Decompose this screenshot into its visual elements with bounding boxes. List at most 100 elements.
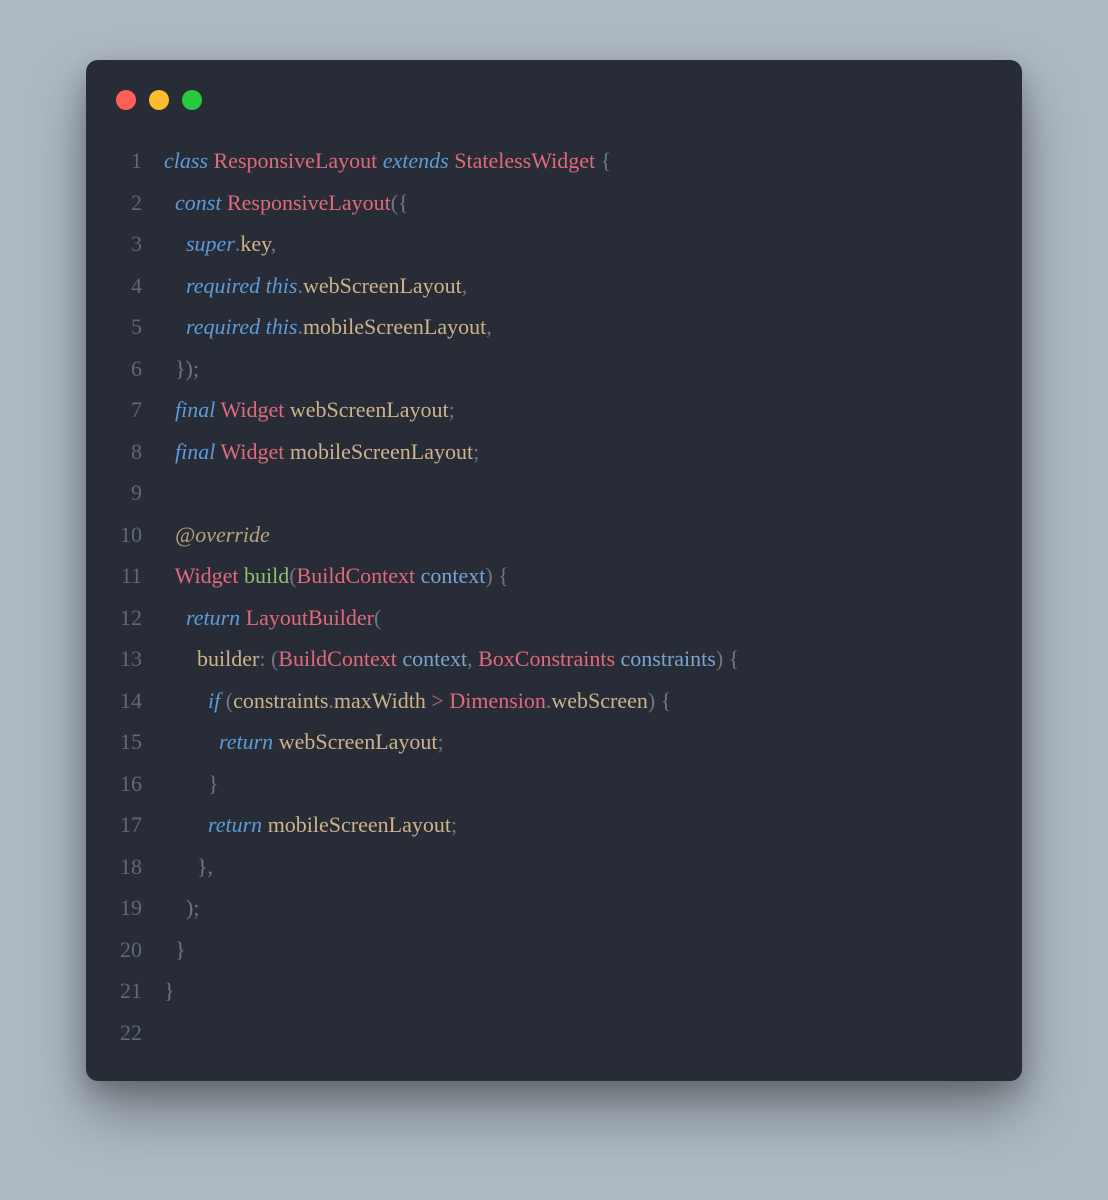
code-content[interactable]: return mobileScreenLayout; [164,804,994,846]
code-content[interactable]: builder: (BuildContext context, BoxConst… [164,638,994,680]
code-line[interactable]: 17 return mobileScreenLayout; [114,804,994,846]
line-number: 10 [114,514,164,556]
token: ( [374,605,381,630]
code-content[interactable]: final Widget mobileScreenLayout; [164,431,994,473]
token: constraints [233,688,328,713]
code-content[interactable]: required this.webScreenLayout, [164,265,994,307]
line-number: 14 [114,680,164,722]
code-content[interactable]: } [164,929,994,971]
titlebar [114,90,994,110]
token: this [266,314,298,339]
token: required [186,273,260,298]
token: ( [289,563,296,588]
code-content[interactable]: } [164,970,994,1012]
line-number: 11 [114,555,164,597]
code-line[interactable]: 13 builder: (BuildContext context, BoxCo… [114,638,994,680]
token: return [219,729,273,754]
token: > [431,688,443,713]
code-content[interactable]: @override [164,514,994,556]
code-content[interactable] [164,472,994,514]
token: Widget [220,397,284,422]
line-number: 1 [114,140,164,182]
token: { [601,148,612,173]
code-line[interactable]: 20 } [114,929,994,971]
code-line[interactable]: 18 }, [114,846,994,888]
code-line[interactable]: 12 return LayoutBuilder( [114,597,994,639]
line-number: 19 [114,887,164,929]
token: class [164,148,208,173]
token: return [186,605,240,630]
code-content[interactable]: Widget build(BuildContext context) { [164,555,994,597]
token: , [271,231,277,256]
code-line[interactable]: 6 }); [114,348,994,390]
line-number: 16 [114,763,164,805]
code-content[interactable]: ); [164,887,994,929]
code-content[interactable]: class ResponsiveLayout extends Stateless… [164,140,994,182]
token: mobileScreenLayout [268,812,451,837]
code-content[interactable]: return LayoutBuilder( [164,597,994,639]
token: maxWidth [334,688,426,713]
line-number: 4 [114,265,164,307]
line-number: 20 [114,929,164,971]
code-editor[interactable]: 1class ResponsiveLayout extends Stateles… [114,140,994,1053]
code-line[interactable]: 3 super.key, [114,223,994,265]
line-number: 21 [114,970,164,1012]
line-number: 8 [114,431,164,473]
code-line[interactable]: 14 if (constraints.maxWidth > Dimension.… [114,680,994,722]
token: extends [383,148,449,173]
code-line[interactable]: 2 const ResponsiveLayout({ [114,182,994,224]
code-line[interactable]: 10 @override [114,514,994,556]
code-line[interactable]: 4 required this.webScreenLayout, [114,265,994,307]
code-content[interactable]: } [164,763,994,805]
token: } [208,771,219,796]
token: final [175,439,215,464]
token: , [462,273,468,298]
code-content[interactable]: return webScreenLayout; [164,721,994,763]
token: const [175,190,221,215]
code-line[interactable]: 11 Widget build(BuildContext context) { [114,555,994,597]
code-line[interactable]: 21} [114,970,994,1012]
code-content[interactable]: if (constraints.maxWidth > Dimension.web… [164,680,994,722]
token: ({ [391,190,409,215]
token: ; [451,812,457,837]
minimize-icon[interactable] [149,90,169,110]
code-content[interactable]: const ResponsiveLayout({ [164,182,994,224]
code-window: 1class ResponsiveLayout extends Stateles… [86,60,1022,1081]
token: ; [473,439,479,464]
token: } [175,937,186,962]
code-line[interactable]: 5 required this.mobileScreenLayout, [114,306,994,348]
code-line[interactable]: 1class ResponsiveLayout extends Stateles… [114,140,994,182]
code-line[interactable]: 16 } [114,763,994,805]
token: Widget [220,439,284,464]
code-content[interactable] [164,1012,994,1054]
token: required [186,314,260,339]
code-line[interactable]: 22 [114,1012,994,1054]
line-number: 12 [114,597,164,639]
code-content[interactable]: }); [164,348,994,390]
code-line[interactable]: 19 ); [114,887,994,929]
line-number: 9 [114,472,164,514]
code-content[interactable]: }, [164,846,994,888]
close-icon[interactable] [116,90,136,110]
code-line[interactable]: 9 [114,472,994,514]
maximize-icon[interactable] [182,90,202,110]
token: if [208,688,220,713]
code-content[interactable]: required this.mobileScreenLayout, [164,306,994,348]
code-line[interactable]: 8 final Widget mobileScreenLayout; [114,431,994,473]
token: @override [175,522,270,547]
line-number: 18 [114,846,164,888]
token: Dimension [449,688,546,713]
token: ) [485,563,492,588]
token: webScreenLayout [303,273,462,298]
token: BuildContext [278,646,397,671]
token: webScreenLayout [290,397,449,422]
code-content[interactable]: super.key, [164,223,994,265]
line-number: 3 [114,223,164,265]
token: return [208,812,262,837]
code-line[interactable]: 15 return webScreenLayout; [114,721,994,763]
token: context [421,563,486,588]
code-line[interactable]: 7 final Widget webScreenLayout; [114,389,994,431]
token: ; [438,729,444,754]
token: BoxConstraints [478,646,615,671]
code-content[interactable]: final Widget webScreenLayout; [164,389,994,431]
